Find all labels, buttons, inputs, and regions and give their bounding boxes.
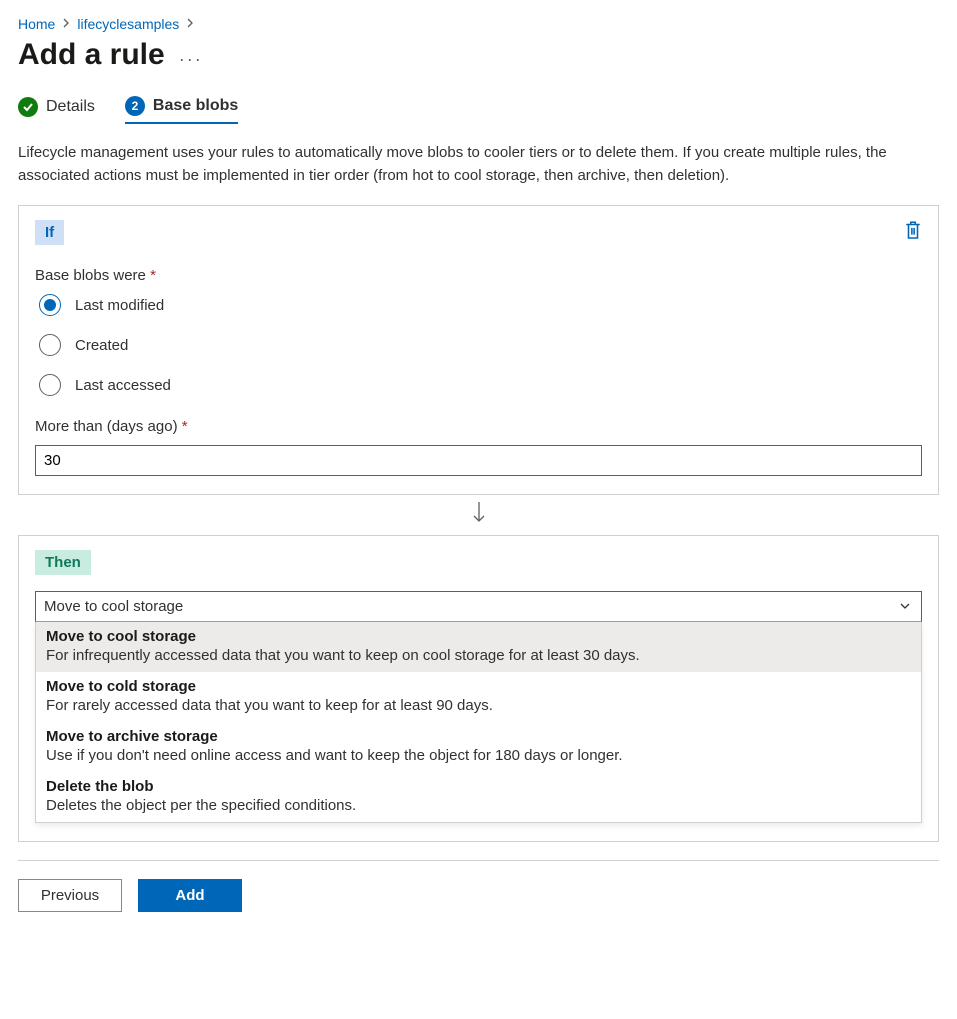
option-title: Delete the blob (46, 778, 911, 795)
arrow-down-icon (18, 495, 939, 535)
step-details-label: Details (46, 98, 95, 116)
option-desc: For infrequently accessed data that you … (46, 647, 911, 664)
option-desc: Use if you don't need online access and … (46, 747, 911, 764)
action-dropdown-input[interactable]: Move to cool storage (35, 591, 922, 622)
radio-label: Last accessed (75, 377, 171, 394)
radio-icon (39, 334, 61, 356)
page-title: Add a rule (18, 38, 165, 72)
base-blobs-were-label: Base blobs were * (35, 267, 922, 284)
step-details[interactable]: Details (18, 97, 95, 123)
option-title: Move to cold storage (46, 678, 911, 695)
option-title: Move to cool storage (46, 628, 911, 645)
radio-icon (39, 294, 61, 316)
footer: Previous Add (18, 860, 939, 912)
more-actions-button[interactable]: ··· (179, 41, 203, 70)
breadcrumb-home[interactable]: Home (18, 16, 55, 32)
radio-created[interactable]: Created (39, 334, 922, 356)
radio-label: Last modified (75, 297, 164, 314)
breadcrumb: Home lifecyclesamples (18, 12, 939, 32)
chevron-right-icon (185, 17, 195, 31)
radio-label: Created (75, 337, 128, 354)
option-delete-blob[interactable]: Delete the blob Deletes the object per t… (36, 772, 921, 822)
option-move-cold[interactable]: Move to cold storage For rarely accessed… (36, 672, 921, 722)
option-title: Move to archive storage (46, 728, 911, 745)
breadcrumb-lifecyclesamples[interactable]: lifecyclesamples (77, 16, 179, 32)
option-desc: Deletes the object per the specified con… (46, 797, 911, 814)
check-icon (18, 97, 38, 117)
step-base-blobs-label: Base blobs (153, 97, 238, 115)
action-dropdown-list: Move to cool storage For infrequently ac… (35, 622, 922, 823)
radio-icon (39, 374, 61, 396)
if-chip: If (35, 220, 64, 245)
option-move-archive[interactable]: Move to archive storage Use if you don't… (36, 722, 921, 772)
then-action-box: Then Move to cool storage Move to cool s… (18, 535, 939, 842)
days-ago-label: More than (days ago) * (35, 418, 922, 435)
then-chip: Then (35, 550, 91, 575)
days-ago-input[interactable] (35, 445, 922, 476)
previous-button[interactable]: Previous (18, 879, 122, 912)
step-base-blobs[interactable]: 2 Base blobs (125, 96, 238, 124)
option-move-cool[interactable]: Move to cool storage For infrequently ac… (36, 622, 921, 672)
base-blobs-radio-group: Last modified Created Last accessed (35, 294, 922, 396)
if-condition-box: If Base blobs were * Last modified Creat… (18, 205, 939, 495)
page-description: Lifecycle management uses your rules to … (18, 142, 939, 187)
step-number-icon: 2 (125, 96, 145, 116)
radio-last-modified[interactable]: Last modified (39, 294, 922, 316)
option-desc: For rarely accessed data that you want t… (46, 697, 911, 714)
delete-condition-button[interactable] (904, 220, 922, 238)
chevron-right-icon (61, 17, 71, 31)
radio-last-accessed[interactable]: Last accessed (39, 374, 922, 396)
stepper: Details 2 Base blobs (18, 96, 939, 124)
action-dropdown[interactable]: Move to cool storage Move to cool storag… (35, 591, 922, 823)
add-button[interactable]: Add (138, 879, 242, 912)
